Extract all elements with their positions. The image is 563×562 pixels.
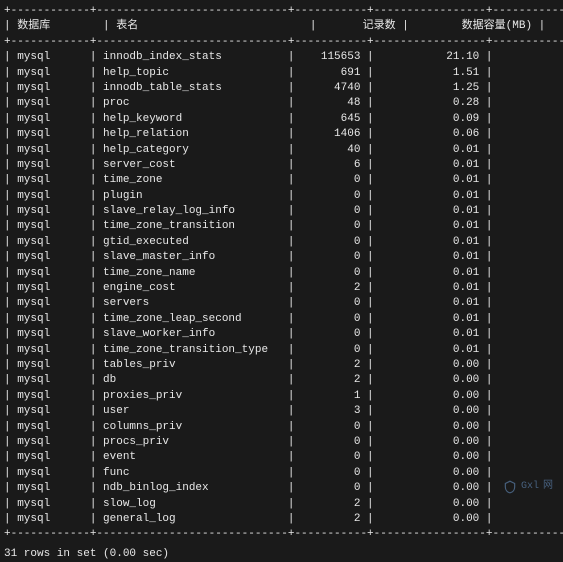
- watermark-text: Gxl: [521, 480, 539, 494]
- watermark-sub: 网: [543, 480, 553, 494]
- query-result-table: +------------+--------------------------…: [4, 4, 559, 543]
- shield-icon: [503, 480, 517, 494]
- watermark: Gxl 网: [503, 480, 553, 494]
- result-footer: 31 rows in set (0.00 sec): [4, 547, 559, 562]
